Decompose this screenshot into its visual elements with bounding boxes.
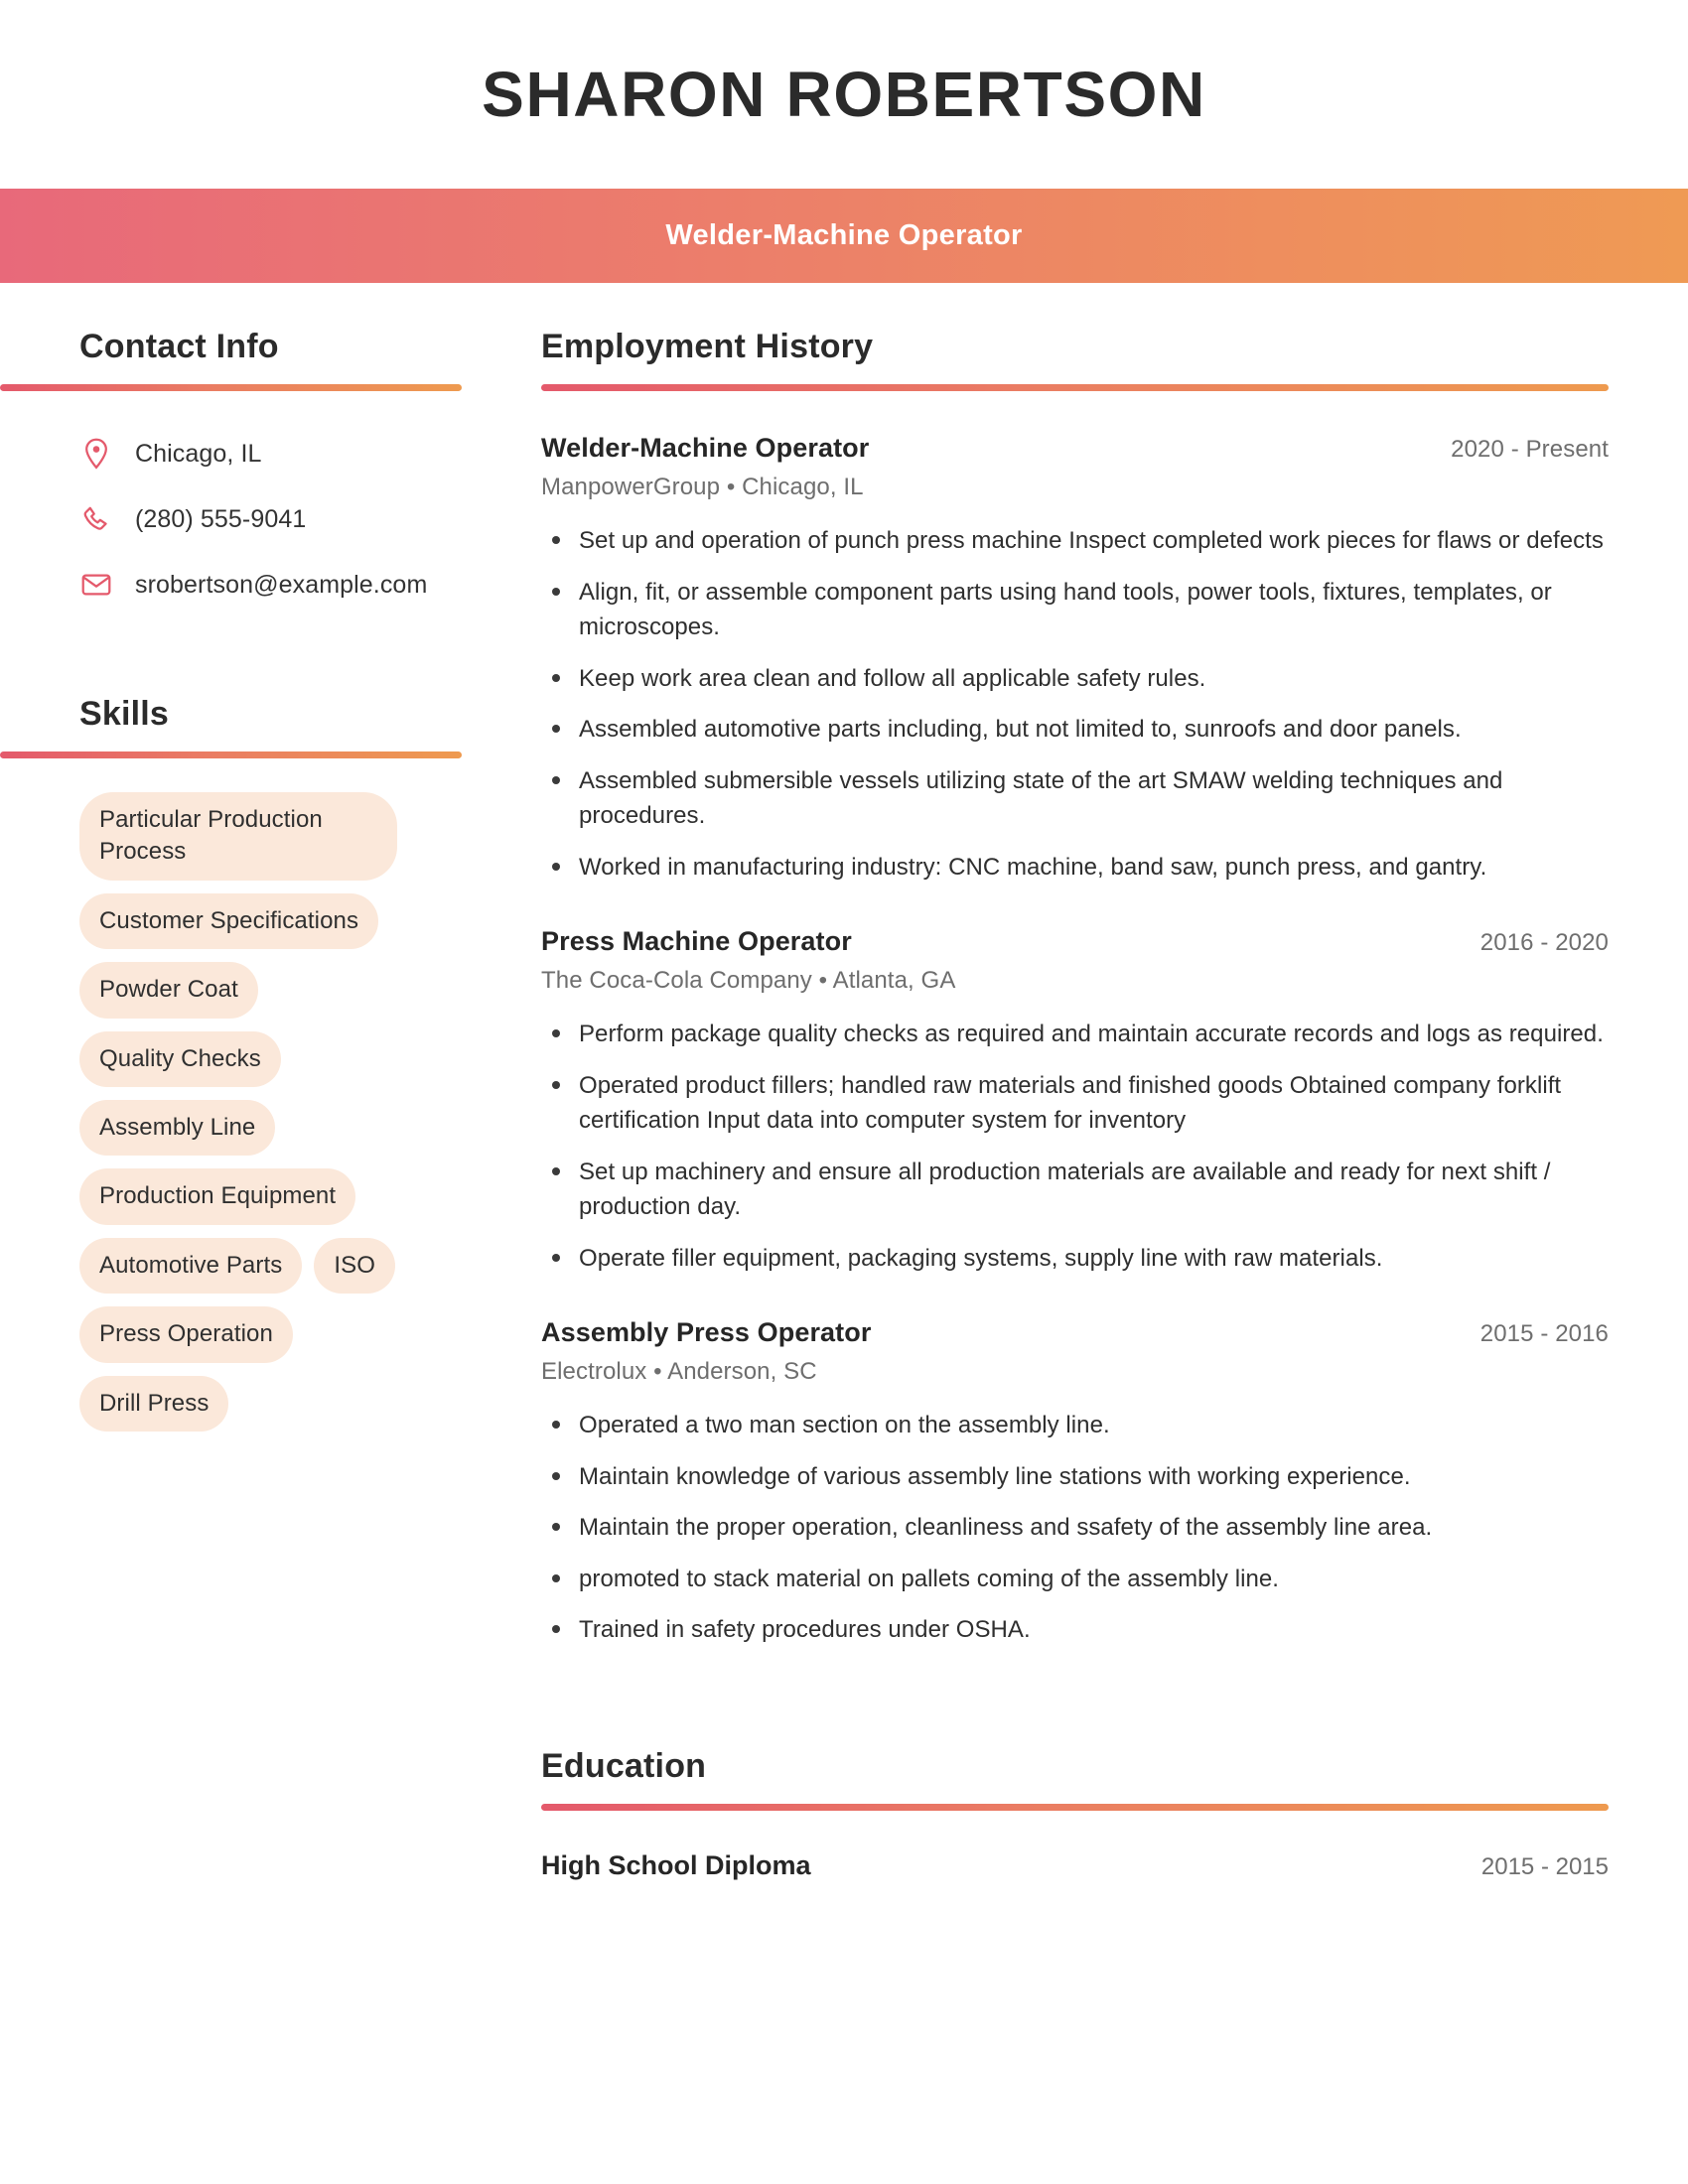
- resume-body: Contact Info Chicago, IL (280) 555-9041 …: [0, 283, 1688, 1881]
- education-heading: Education: [541, 1746, 707, 1785]
- job-title: Assembly Press Operator: [541, 1317, 872, 1348]
- skill-pill[interactable]: Drill Press: [79, 1375, 229, 1432]
- candidate-job-title: Welder-Machine Operator: [665, 219, 1023, 251]
- job-bullet: Maintain knowledge of various assembly l…: [541, 1459, 1609, 1495]
- job-header: Welder-Machine Operator 2020 - Present: [541, 433, 1609, 464]
- contact-info-section: Contact Info Chicago, IL (280) 555-9041 …: [0, 328, 496, 617]
- location-pin-icon: [79, 438, 113, 470]
- job-bullet: Align, fit, or assemble component parts …: [541, 575, 1609, 645]
- education-dates: 2015 - 2015: [1480, 1852, 1609, 1880]
- skill-pill[interactable]: Production Equipment: [79, 1168, 356, 1225]
- job-title-band: Welder-Machine Operator: [0, 189, 1688, 283]
- skill-pill[interactable]: Assembly Line: [79, 1099, 276, 1157]
- job-bullet: Trained in safety procedures under OSHA.: [541, 1612, 1609, 1648]
- job-dates: 2020 - Present: [1451, 436, 1609, 463]
- skills-heading: Skills: [79, 695, 170, 733]
- job-bullet: Operated product fillers; handled raw ma…: [541, 1068, 1609, 1139]
- skill-pill[interactable]: Powder Coat: [79, 962, 258, 1019]
- contact-info-divider: [0, 384, 462, 391]
- resume-page: SHARON ROBERTSON Welder-Machine Operator…: [0, 0, 1688, 2184]
- employment-history-heading: Employment History: [541, 328, 874, 365]
- job-dates: 2016 - 2020: [1479, 929, 1609, 957]
- employment-history-section: Employment History Welder-Machine Operat…: [541, 328, 1609, 1648]
- envelope-icon: [79, 573, 113, 597]
- skill-pill[interactable]: Customer Specifications: [79, 892, 379, 950]
- job-entry: Assembly Press Operator 2015 - 2016 Elec…: [541, 1317, 1609, 1648]
- contact-item-email[interactable]: srobertson@example.com: [79, 552, 496, 617]
- skill-pill[interactable]: Press Operation: [79, 1306, 293, 1363]
- job-company-location: Electrolux • Anderson, SC: [541, 1358, 817, 1386]
- job-bullet: Assembled submersible vessels utilizing …: [541, 763, 1609, 834]
- job-dates: 2015 - 2016: [1479, 1320, 1609, 1348]
- skill-pill[interactable]: Automotive Parts: [79, 1237, 303, 1295]
- employment-history-divider: [541, 384, 1609, 391]
- job-company-location: ManpowerGroup • Chicago, IL: [541, 474, 864, 500]
- job-bullet: Perform package quality checks as requir…: [541, 1017, 1609, 1052]
- phone-icon: [79, 505, 113, 533]
- skill-pill[interactable]: Particular Production Process: [79, 792, 397, 881]
- job-bullet-list: Operated a two man section on the assemb…: [541, 1408, 1609, 1648]
- job-bullet: Worked in manufacturing industry: CNC ma…: [541, 850, 1609, 886]
- job-bullet: Keep work area clean and follow all appl…: [541, 661, 1609, 697]
- contact-list: Chicago, IL (280) 555-9041 srobertson@ex…: [0, 421, 496, 617]
- sidebar: Contact Info Chicago, IL (280) 555-9041 …: [0, 328, 496, 1432]
- education-divider: [541, 1803, 1609, 1811]
- contact-item-phone[interactable]: (280) 555-9041: [79, 486, 496, 552]
- job-entry: Welder-Machine Operator 2020 - Present M…: [541, 433, 1609, 885]
- job-entry: Press Machine Operator 2016 - 2020 The C…: [541, 926, 1609, 1276]
- contact-item-location[interactable]: Chicago, IL: [79, 421, 496, 486]
- skill-pill[interactable]: Quality Checks: [79, 1030, 281, 1087]
- candidate-name: SHARON ROBERTSON: [482, 59, 1206, 130]
- resume-header: SHARON ROBERTSON: [0, 0, 1688, 189]
- job-header: Assembly Press Operator 2015 - 2016: [541, 1317, 1609, 1348]
- contact-phone-value: (280) 555-9041: [135, 504, 307, 533]
- skill-pill[interactable]: ISO: [314, 1237, 395, 1295]
- job-company-location: The Coca-Cola Company • Atlanta, GA: [541, 967, 956, 995]
- skills-divider: [0, 751, 462, 758]
- job-bullet: Operated a two man section on the assemb…: [541, 1408, 1609, 1443]
- education-section: Education High School Diploma 2015 - 201…: [541, 1747, 1609, 1881]
- job-bullet: Assembled automotive parts including, bu…: [541, 712, 1609, 748]
- contact-email-value: srobertson@example.com: [135, 570, 428, 599]
- job-bullet-list: Perform package quality checks as requir…: [541, 1017, 1609, 1276]
- job-title: Press Machine Operator: [541, 926, 852, 957]
- job-bullet-list: Set up and operation of punch press mach…: [541, 523, 1609, 885]
- main-column: Employment History Welder-Machine Operat…: [496, 328, 1688, 1881]
- job-bullet: Set up machinery and ensure all producti…: [541, 1155, 1609, 1225]
- job-bullet: Maintain the proper operation, cleanline…: [541, 1510, 1609, 1546]
- job-bullet: promoted to stack material on pallets co…: [541, 1562, 1609, 1597]
- education-degree: High School Diploma: [541, 1849, 811, 1880]
- skills-list: Particular Production Process Customer S…: [0, 792, 417, 1432]
- job-bullet: Set up and operation of punch press mach…: [541, 523, 1609, 559]
- skills-section: Skills Particular Production Process Cus…: [0, 695, 496, 1432]
- education-entry: High School Diploma 2015 - 2015: [541, 1850, 1609, 1881]
- contact-info-heading: Contact Info: [79, 328, 279, 365]
- job-header: Press Machine Operator 2016 - 2020: [541, 926, 1609, 957]
- job-title: Welder-Machine Operator: [541, 433, 870, 463]
- job-bullet: Operate filler equipment, packaging syst…: [541, 1241, 1609, 1277]
- contact-location-value: Chicago, IL: [135, 439, 262, 468]
